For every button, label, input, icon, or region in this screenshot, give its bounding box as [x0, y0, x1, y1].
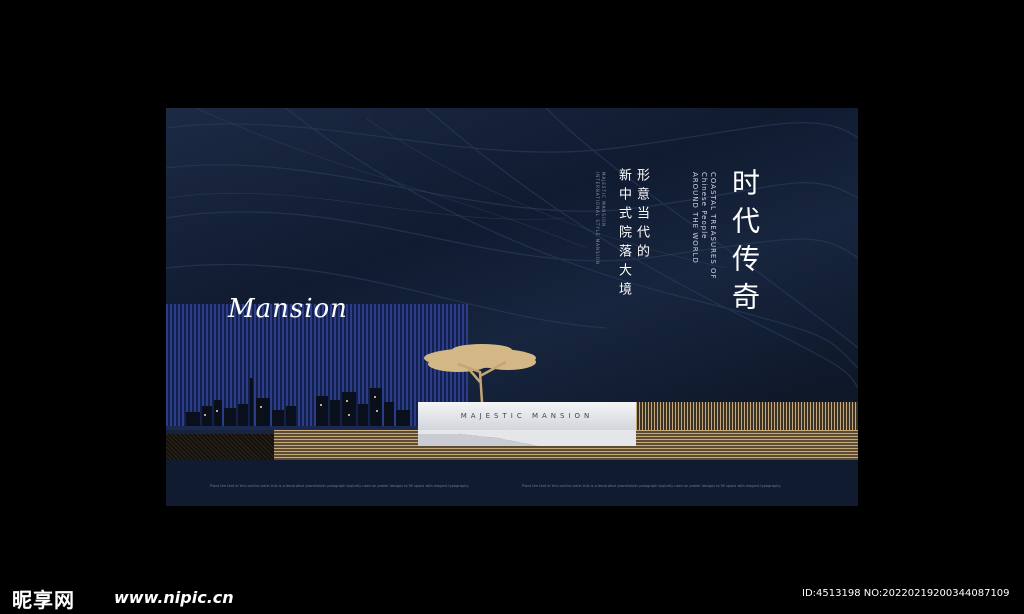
dark-textured-block	[166, 434, 274, 460]
majestic-mansion-plaque: MAJESTIC MANSION	[418, 402, 636, 430]
watermark-id: ID:4513198 NO:20220219200344087109	[802, 588, 1010, 599]
plaque-text: MAJESTIC MANSION	[460, 412, 594, 420]
english-col-2: Chinese People	[700, 172, 708, 240]
tiny-english-col-2: INTERNATIONAL STYLE MANSION	[595, 172, 600, 265]
watermark-url: www.nipic.cn	[114, 588, 234, 607]
subtitle-col-2: 新中式院落大境	[616, 168, 631, 301]
tiny-english-caption: MAJESTIC MANSION INTERNATIONAL STYLE MAN…	[594, 172, 606, 265]
english-col-1: COASTAL TREASURES OF	[709, 172, 717, 280]
fine-print-left: Place the text of this section here: thi…	[210, 484, 470, 488]
bottom-band	[166, 460, 858, 506]
subtitle: 形意当代的 新中式院落大境	[614, 168, 650, 301]
poster: 时代传奇 形意当代的 新中式院落大境 COASTAL TREASURES OF …	[166, 108, 858, 506]
subtitle-col-1: 形意当代的	[634, 168, 649, 263]
gold-stripe-panel	[636, 402, 858, 432]
fine-print-right: Place the text of this section here: thi…	[522, 484, 782, 488]
tiny-english-col-1: MAJESTIC MANSION	[601, 172, 606, 228]
english-caption: COASTAL TREASURES OF Chinese People AROU…	[690, 172, 717, 280]
mansion-script-title: Mansion	[228, 294, 348, 324]
watermark-brand: 昵享网	[12, 588, 75, 612]
main-title: 时代传奇	[728, 168, 761, 320]
white-steps	[418, 430, 636, 446]
english-col-3: AROUND THE WORLD	[691, 172, 699, 264]
gold-tree-image	[424, 344, 536, 403]
